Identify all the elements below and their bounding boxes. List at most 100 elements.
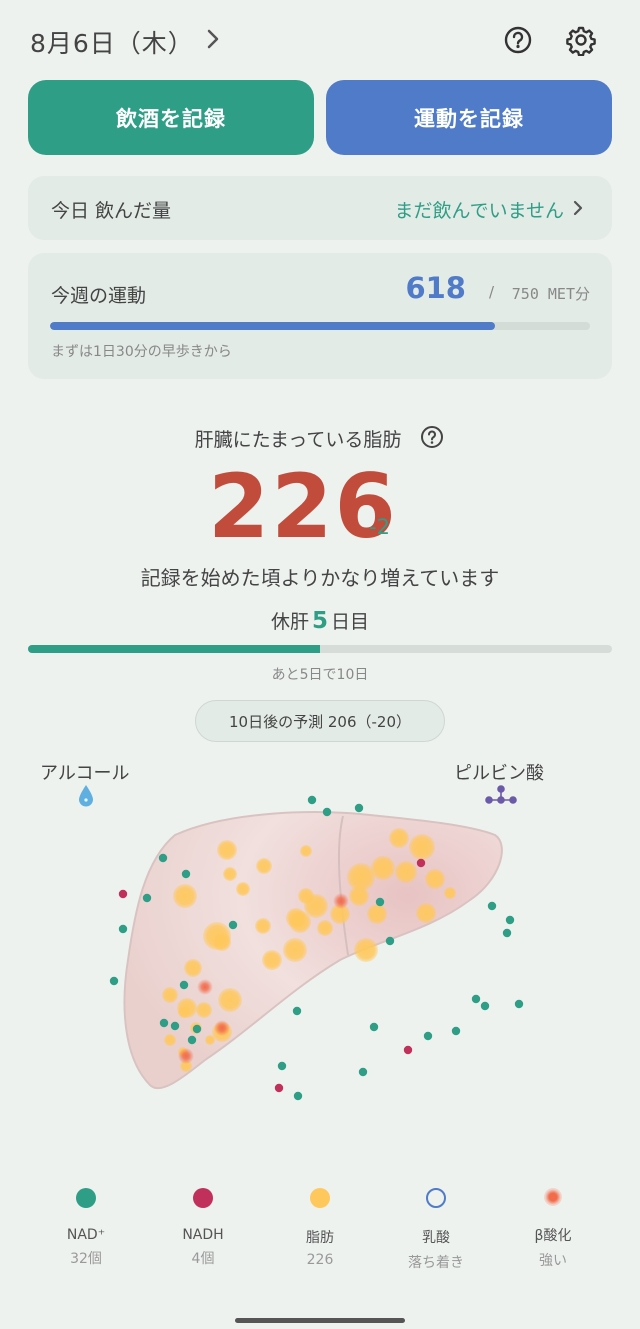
nad-particle bbox=[187, 1035, 197, 1045]
nadh-particle bbox=[416, 858, 426, 868]
nad-particle bbox=[307, 795, 317, 805]
fat-particle bbox=[256, 858, 272, 874]
chevron-right-icon[interactable] bbox=[200, 26, 226, 52]
weekly-exercise-goal: 750 MET分 bbox=[511, 285, 590, 303]
fat-particle bbox=[217, 840, 237, 860]
nad-particle bbox=[158, 853, 168, 863]
nad-particle bbox=[292, 1006, 302, 1016]
liver-fat-title: 肝臓にたまっている脂肪 bbox=[194, 429, 402, 451]
beta-oxidation-icon bbox=[544, 1188, 562, 1206]
nad-particle bbox=[228, 920, 238, 930]
fat-particle bbox=[223, 867, 237, 881]
liver-shape bbox=[123, 811, 503, 1090]
legend-lactate-value: 落ち着き bbox=[408, 1255, 464, 1271]
header: 8月6日（木） bbox=[0, 0, 640, 80]
weekly-exercise-progress-fill bbox=[50, 322, 495, 330]
weekly-exercise-card: 今週の運動 618 / 750 MET分 まずは1日30分の早歩きから bbox=[28, 253, 612, 379]
legend-item-nad: NAD⁺ 32個 bbox=[36, 1180, 136, 1268]
nad-particle bbox=[471, 994, 481, 1004]
legend-beta-name: β酸化 bbox=[534, 1228, 572, 1244]
fat-particle bbox=[184, 959, 202, 977]
today-drink-label: 今日 飲んだ量 bbox=[51, 200, 172, 222]
nadh-particle bbox=[274, 1083, 284, 1093]
nad-particle bbox=[170, 1021, 180, 1031]
nad-dot-icon bbox=[76, 1188, 96, 1208]
legend-item-fat: 脂肪 226 bbox=[270, 1180, 370, 1268]
fat-particle bbox=[389, 828, 409, 848]
liver-fat-value: 226 bbox=[208, 455, 398, 558]
legend-item-lactate: 乳酸 落ち着き bbox=[386, 1180, 486, 1272]
fat-particle bbox=[164, 1034, 176, 1046]
pyruvate-label: ピルビン酸 bbox=[454, 763, 544, 784]
fat-particle bbox=[286, 908, 306, 928]
weekly-exercise-label: 今週の運動 bbox=[51, 285, 147, 307]
weekly-exercise-progress bbox=[50, 322, 590, 330]
help-icon[interactable] bbox=[503, 25, 533, 55]
prediction-pill[interactable]: 10日後の予測 206（-20） bbox=[195, 700, 445, 742]
nad-particle bbox=[385, 936, 395, 946]
legend-item-nadh: NADH 4個 bbox=[153, 1180, 253, 1268]
chevron-right-icon bbox=[573, 200, 583, 216]
legend-nadh-name: NADH bbox=[182, 1227, 224, 1243]
weekly-exercise-hint: まずは1日30分の早歩きから bbox=[51, 344, 232, 360]
nad-particle bbox=[502, 928, 512, 938]
beta-oxidation-particle bbox=[214, 1020, 230, 1036]
fat-particle bbox=[173, 884, 197, 908]
alcohol-label: アルコール bbox=[40, 763, 130, 784]
liver-illustration bbox=[109, 795, 524, 1101]
legend: NAD⁺ 32個 NADH 4個 脂肪 226 乳酸 落ち着き β酸化 強い bbox=[0, 1180, 640, 1280]
nad-particle bbox=[354, 803, 364, 813]
rest-days-progress-fill bbox=[28, 645, 320, 653]
home-indicator[interactable] bbox=[235, 1318, 405, 1323]
legend-lactate-name: 乳酸 bbox=[422, 1230, 450, 1246]
log-exercise-button[interactable]: 運動を記録 bbox=[326, 80, 612, 155]
beta-oxidation-particle bbox=[178, 1048, 194, 1064]
legend-nad-name: NAD⁺ bbox=[66, 1227, 106, 1243]
legend-nad-value: 32個 bbox=[70, 1251, 102, 1267]
liver-fat-message: 記録を始めた頃よりかなり増えています bbox=[140, 566, 500, 590]
nad-particle bbox=[358, 1067, 368, 1077]
nad-particle bbox=[159, 1018, 169, 1028]
fat-particle bbox=[255, 918, 271, 934]
fat-particle bbox=[354, 938, 378, 962]
legend-fat-value: 226 bbox=[306, 1252, 334, 1268]
nad-particle bbox=[369, 1022, 379, 1032]
nad-particle bbox=[142, 893, 152, 903]
nad-particle bbox=[322, 807, 332, 817]
rest-days-progress bbox=[28, 645, 612, 653]
beta-oxidation-particle bbox=[197, 979, 213, 995]
nad-particle bbox=[192, 1024, 202, 1034]
fat-particle bbox=[444, 887, 456, 899]
fat-particle bbox=[162, 987, 178, 1003]
fat-particle bbox=[349, 886, 369, 906]
help-icon[interactable] bbox=[420, 425, 444, 449]
nad-particle bbox=[423, 1031, 433, 1041]
fat-particle bbox=[213, 933, 231, 951]
nad-particle bbox=[179, 980, 189, 990]
fat-particle bbox=[218, 988, 242, 1012]
nad-particle bbox=[181, 869, 191, 879]
today-drink-value: まだ飲んでいません bbox=[394, 200, 564, 222]
rest-days-label: 休肝 5 日目 bbox=[270, 608, 370, 634]
fat-particle bbox=[196, 1002, 212, 1018]
fat-particle bbox=[416, 903, 436, 923]
nadh-particle bbox=[403, 1045, 413, 1055]
nad-particle bbox=[451, 1026, 461, 1036]
log-drink-button[interactable]: 飲酒を記録 bbox=[28, 80, 314, 155]
nad-particle bbox=[487, 901, 497, 911]
legend-nadh-value: 4個 bbox=[191, 1251, 215, 1267]
date-label[interactable]: 8月6日（木） bbox=[30, 24, 194, 60]
nadh-dot-icon bbox=[193, 1188, 213, 1208]
fat-particle bbox=[283, 938, 307, 962]
gear-icon[interactable] bbox=[565, 24, 597, 56]
fat-particle bbox=[262, 950, 282, 970]
nad-particle bbox=[109, 976, 119, 986]
fat-dot-icon bbox=[310, 1188, 330, 1208]
beta-oxidation-particle bbox=[333, 893, 349, 909]
weekly-exercise-value: 618 bbox=[405, 271, 466, 305]
lactate-ring-icon bbox=[426, 1188, 446, 1208]
fat-particle bbox=[367, 904, 387, 924]
fat-particle bbox=[317, 920, 333, 936]
today-drink-card[interactable]: 今日 飲んだ量 まだ飲んでいません bbox=[28, 176, 612, 240]
fat-particle bbox=[371, 856, 395, 880]
